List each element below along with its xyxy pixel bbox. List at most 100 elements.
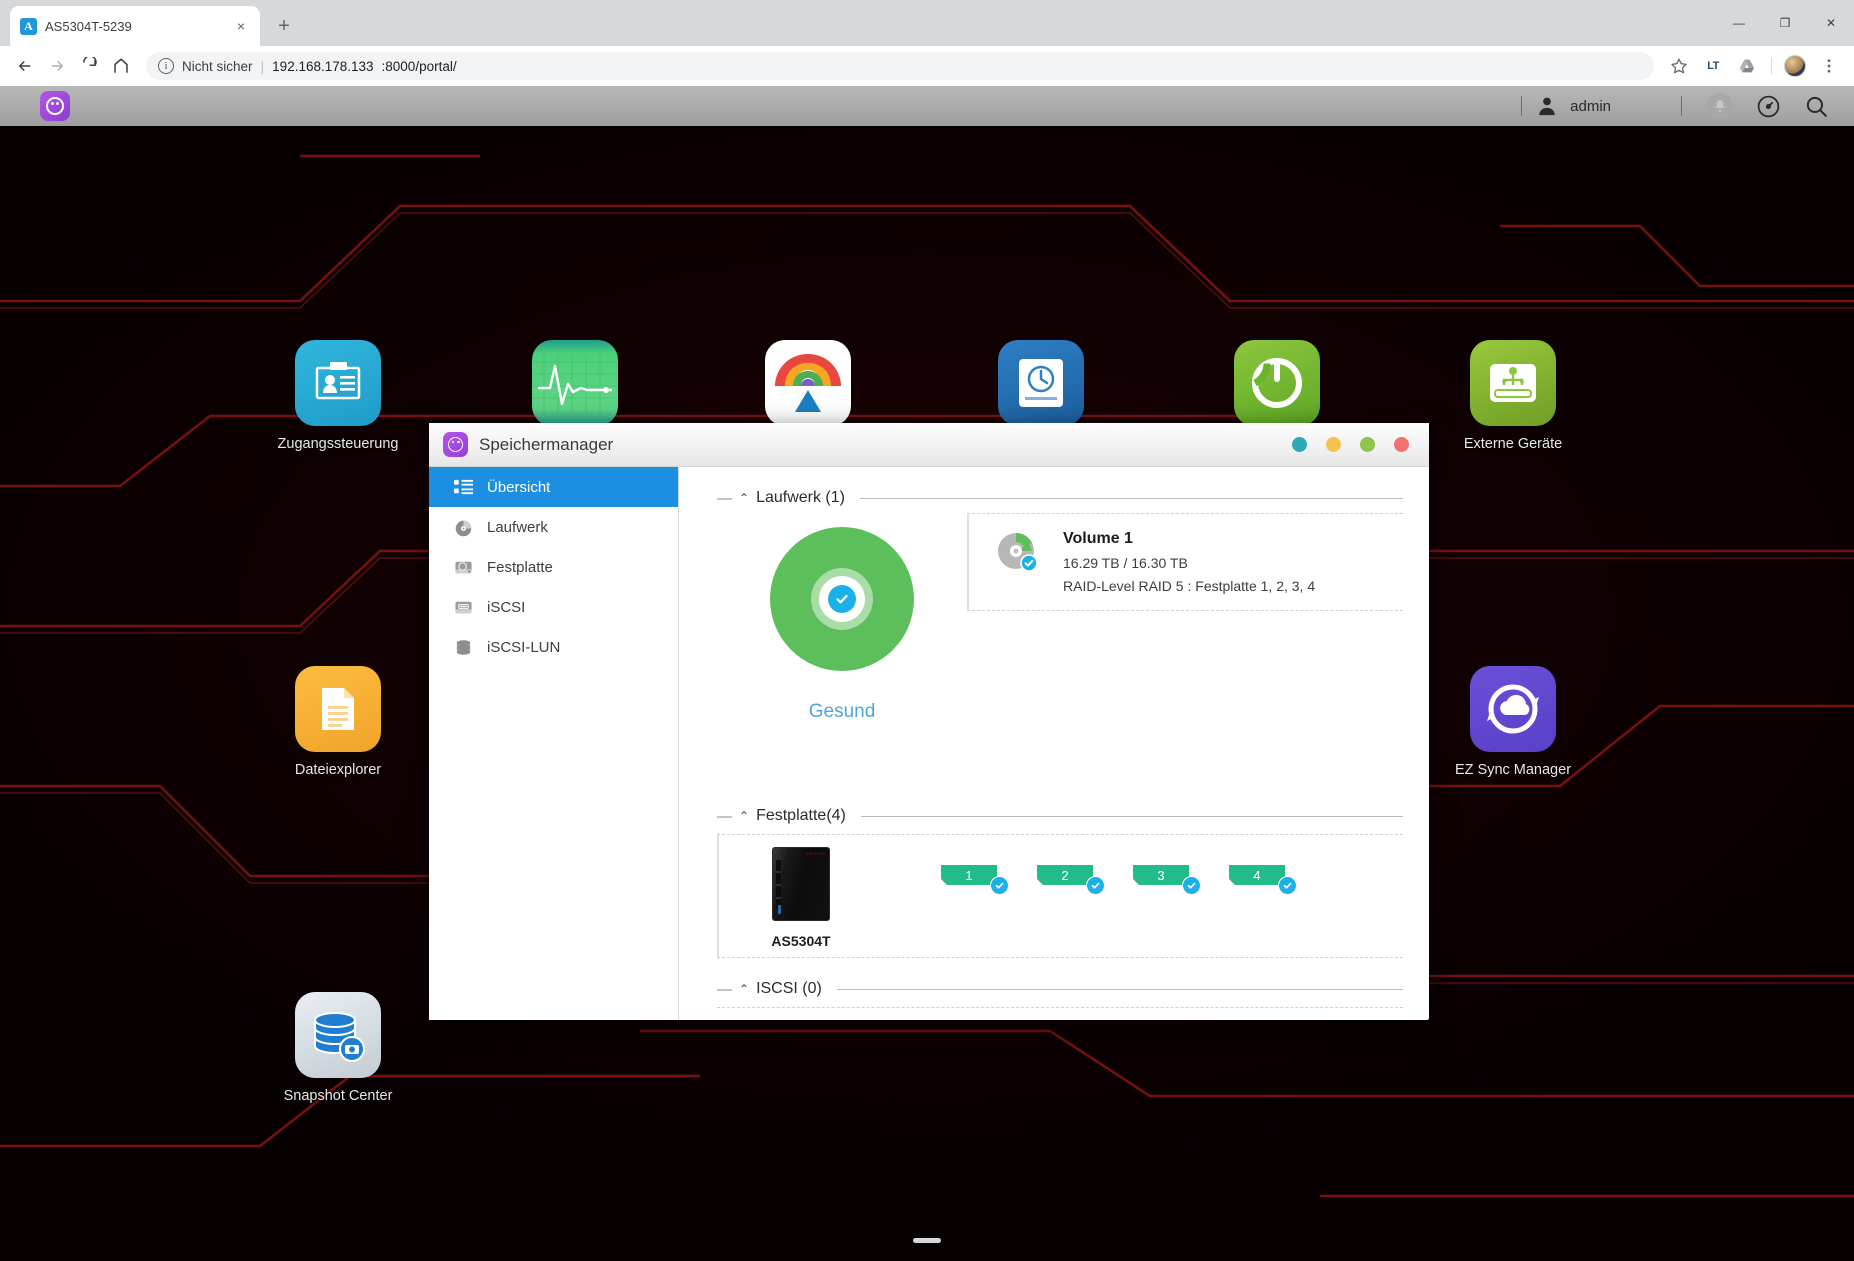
section-minus: — (717, 807, 732, 825)
desktop-icon-label: Zugangssteuerung (277, 436, 399, 452)
desktop-icon-backup-restore[interactable] (966, 340, 1116, 426)
app-sidebar: Übersicht Laufwerk Festplatte iSCSI iSCS… (429, 467, 679, 1020)
desktop-icon-snapshot-center[interactable]: Snapshot Center (263, 992, 413, 1104)
info-dot[interactable] (1292, 437, 1307, 452)
home-icon[interactable] (106, 51, 136, 81)
volume-icon (453, 517, 473, 537)
sidebar-item-label: Laufwerk (487, 518, 548, 536)
disk-status-ok-icon (1278, 876, 1297, 895)
new-tab-button[interactable]: + (268, 10, 300, 42)
disk-bay[interactable]: 1 (941, 865, 1009, 895)
sidebar-item-laufwerk[interactable]: Laufwerk (429, 507, 678, 547)
nas-device[interactable]: ASUSTOR AS5304T (751, 847, 851, 949)
sidebar-item-iscsi[interactable]: iSCSI (429, 587, 678, 627)
dashboard-gauge-icon[interactable] (1744, 86, 1792, 126)
disk-bay[interactable]: 4 (1229, 865, 1297, 895)
disk-bay[interactable]: 2 (1037, 865, 1105, 895)
desktop-icon-app-central[interactable] (733, 340, 883, 426)
volume-raid-level: RAID-Level RAID 5 : Festplatte 1, 2, 3, … (1063, 578, 1316, 594)
search-icon[interactable] (1792, 86, 1840, 126)
sidebar-item-festplatte[interactable]: Festplatte (429, 547, 678, 587)
browser-tab[interactable]: A AS5304T-5239 × (10, 6, 260, 46)
tab-title: AS5304T-5239 (45, 18, 132, 34)
portal-logo-icon[interactable] (40, 91, 70, 121)
topbar-divider-left (1521, 96, 1523, 116)
volume-section-body: Gesund Volume 1 16.29 TB / 16.30 TB RAID… (717, 513, 1403, 723)
languagetool-extension-icon[interactable]: LT (1698, 51, 1728, 81)
disk-bay-number: 3 (1133, 865, 1189, 885)
chevron-up-icon[interactable]: ⌃ (739, 982, 749, 996)
disk-status-ok-icon (1182, 876, 1201, 895)
disk-bay-number: 2 (1037, 865, 1093, 885)
browser-window: A AS5304T-5239 × + — ❐ ✕ i Nicht sicher … (0, 0, 1854, 1261)
section-header-festplatte[interactable]: — ⌃ Festplatte(4) (717, 807, 1403, 825)
notifications-button[interactable] (1696, 86, 1744, 126)
desktop-icon-access-control[interactable]: Zugangssteuerung (263, 340, 413, 452)
chevron-up-icon[interactable]: ⌃ (739, 809, 749, 823)
chevron-up-icon[interactable]: ⌃ (739, 491, 749, 505)
forward-icon[interactable] (42, 51, 72, 81)
health-indicator: Gesund (717, 513, 967, 723)
google-drive-extension-icon[interactable] (1732, 51, 1762, 81)
disk-bay[interactable]: 3 (1133, 865, 1201, 895)
window-titlebar[interactable]: Speichermanager (429, 423, 1429, 467)
health-status-label: Gesund (808, 701, 876, 722)
disks-section-body: ASUSTOR AS5304T 1 2 3 4 (717, 834, 1403, 958)
toolbar-right: LT (1664, 51, 1844, 81)
desktop-icon-ez-sync-manager[interactable]: EZ Sync Manager (1438, 666, 1588, 778)
sidebar-item-iscsi-lun[interactable]: iSCSI-LUN (429, 627, 678, 667)
section-header-laufwerk[interactable]: — ⌃ Laufwerk (1) (717, 489, 1403, 507)
minimize-window-button[interactable]: — (1716, 0, 1762, 46)
tab-strip: A AS5304T-5239 × + — ❐ ✕ (0, 0, 1854, 46)
maximize-window-button[interactable]: ❐ (1762, 0, 1808, 46)
volume-list: Volume 1 16.29 TB / 16.30 TB RAID-Level … (967, 513, 1403, 723)
volume-name: Volume 1 (1063, 530, 1133, 547)
section-minus: — (717, 980, 732, 998)
iscsi-lun-icon (453, 637, 473, 657)
harddisk-icon (453, 557, 473, 577)
bookmark-star-icon[interactable] (1664, 51, 1694, 81)
desktop-icon-health-monitor[interactable] (500, 340, 650, 426)
profile-avatar[interactable] (1780, 51, 1810, 81)
iscsi-icon (453, 597, 473, 617)
portal-topbar-right: admin (1507, 86, 1854, 126)
desktop-icon-label: Snapshot Center (283, 1088, 393, 1104)
section-title: Laufwerk (1) (756, 489, 845, 506)
volume-row[interactable]: Volume 1 16.29 TB / 16.30 TB RAID-Level … (967, 513, 1403, 611)
external-devices-icon (1470, 340, 1556, 426)
sidebar-item-label: Festplatte (487, 558, 553, 576)
disk-status-ok-icon (1086, 876, 1105, 895)
toolbar-separator (1766, 51, 1776, 81)
section-rule (860, 815, 1403, 817)
taskbar-handle[interactable] (913, 1238, 941, 1243)
nas-brand-label: ASUSTOR (806, 852, 825, 856)
desktop-icon-sync[interactable] (1202, 340, 1352, 426)
minimize-dot[interactable] (1326, 437, 1341, 452)
section-title: ISCSI (0) (756, 980, 822, 997)
back-icon[interactable] (10, 51, 40, 81)
maximize-dot[interactable] (1360, 437, 1375, 452)
nas-chassis-icon: ASUSTOR (772, 847, 830, 921)
disk-bay-number: 1 (941, 865, 997, 885)
close-window-button[interactable]: ✕ (1808, 0, 1854, 46)
nas-model-label: AS5304T (771, 933, 831, 949)
close-dot[interactable] (1394, 437, 1409, 452)
address-bar[interactable]: i Nicht sicher | 192.168.178.133 :8000/p… (146, 52, 1654, 80)
ez-sync-manager-icon (1470, 666, 1556, 752)
browser-menu-icon[interactable] (1814, 51, 1844, 81)
reload-icon[interactable] (74, 51, 104, 81)
info-icon[interactable]: i (158, 58, 174, 74)
desktop-icon-external-devices[interactable]: Externe Geräte (1438, 340, 1588, 452)
desktop-icon-file-explorer[interactable]: Dateiexplorer (263, 666, 413, 778)
desktop-icon-label: EZ Sync Manager (1454, 762, 1572, 778)
storage-manager-window: Speichermanager Übersicht Laufwerk Festp… (429, 423, 1429, 1020)
desktop-icon-label: Dateiexplorer (294, 762, 382, 778)
user-avatar-icon[interactable] (1536, 95, 1558, 117)
section-title: Festplatte(4) (756, 807, 846, 824)
close-tab-icon[interactable]: × (232, 17, 250, 35)
window-body: Übersicht Laufwerk Festplatte iSCSI iSCS… (429, 467, 1429, 1020)
sidebar-item-uebersicht[interactable]: Übersicht (429, 467, 678, 507)
disk-bay-number: 4 (1229, 865, 1285, 885)
section-header-iscsi[interactable]: — ⌃ ISCSI (0) (717, 980, 1403, 998)
security-status: Nicht sicher (182, 58, 253, 74)
